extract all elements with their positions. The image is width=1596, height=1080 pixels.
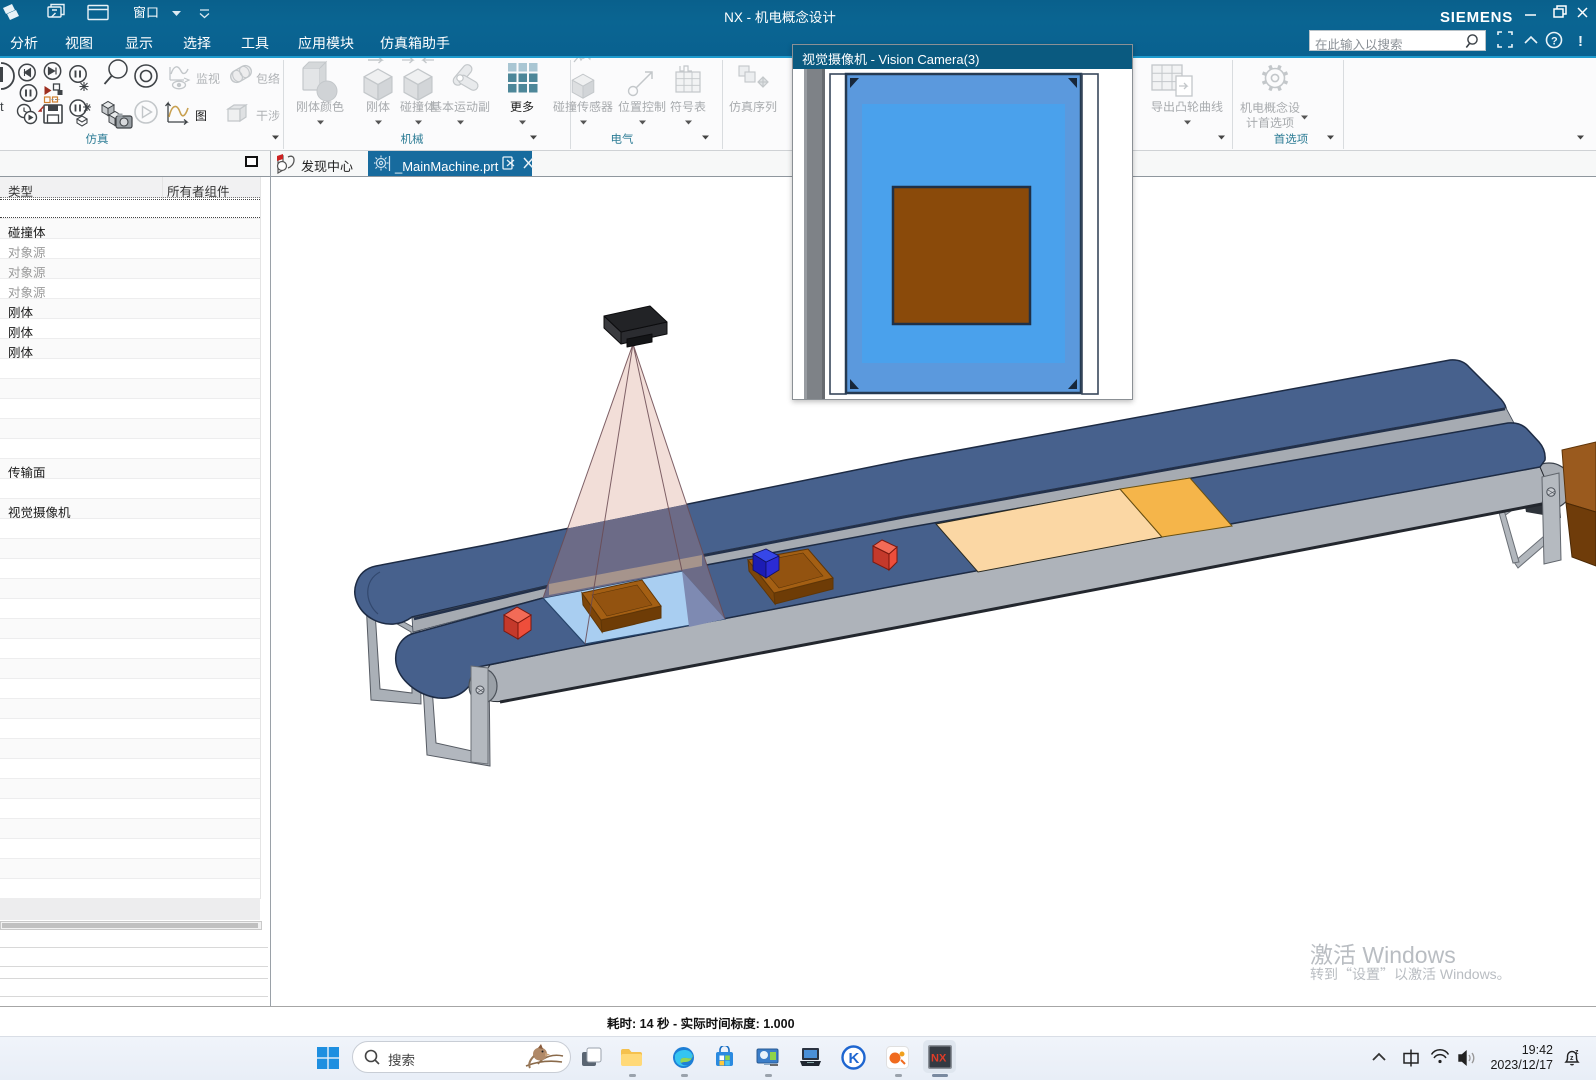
svg-text:NX: NX: [931, 1053, 947, 1065]
svg-text:z: z: [1570, 1053, 1574, 1063]
svg-text:z: z: [1575, 1048, 1579, 1057]
svg-text:K: K: [849, 1050, 860, 1067]
